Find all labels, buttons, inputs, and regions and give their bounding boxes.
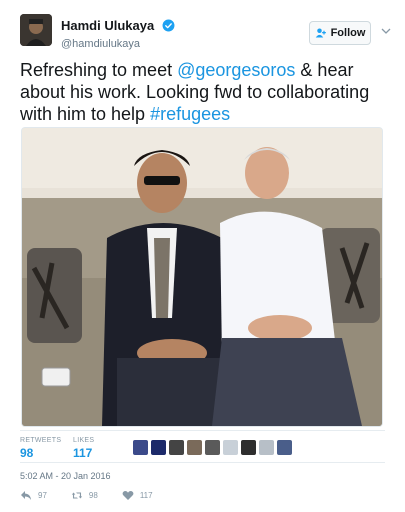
liker-avatar[interactable]	[205, 440, 220, 455]
hashtag-link[interactable]: #refugees	[150, 104, 230, 124]
retweets-label: RETWEETS	[20, 437, 62, 444]
reply-icon	[21, 491, 31, 500]
retweet-count: 98	[88, 491, 98, 500]
liker-avatar[interactable]	[187, 440, 202, 455]
user-name[interactable]: Hamdi Ulukaya	[61, 18, 154, 33]
retweets-value[interactable]: 98	[20, 446, 61, 460]
likes-value[interactable]: 117	[73, 446, 94, 460]
reply-button[interactable]: 97	[20, 490, 47, 501]
liker-avatar[interactable]	[241, 440, 256, 455]
likes-stat[interactable]: LIKES 117	[73, 437, 94, 460]
liker-avatar[interactable]	[169, 440, 184, 455]
follow-button[interactable]: Follow	[309, 21, 371, 45]
retweet-icon	[71, 492, 83, 499]
user-identity[interactable]: Hamdi Ulukaya @hamdiulukaya	[61, 17, 175, 50]
liker-avatars	[133, 440, 292, 455]
tweet-text: Refreshing to meet @georgesoros & hear a…	[20, 59, 390, 125]
follow-person-icon	[315, 28, 326, 38]
heart-icon	[122, 491, 134, 500]
tweet-text-part: Refreshing to meet	[20, 60, 178, 80]
likes-label: LIKES	[73, 437, 95, 444]
tweet-photo[interactable]	[21, 127, 383, 427]
divider	[20, 430, 385, 431]
reply-count: 97	[38, 491, 47, 500]
liker-avatar[interactable]	[133, 440, 148, 455]
like-button[interactable]: 117	[122, 490, 153, 501]
follow-label: Follow	[330, 27, 366, 39]
liker-avatar[interactable]	[151, 440, 166, 455]
tweet-timestamp[interactable]: 5:02 AM - 20 Jan 2016	[20, 471, 111, 481]
retweets-stat[interactable]: RETWEETS 98	[20, 437, 61, 460]
user-avatar[interactable]	[20, 14, 52, 46]
chevron-down-icon[interactable]	[381, 27, 391, 35]
liker-avatar[interactable]	[223, 440, 238, 455]
tweet-actions: 97 98 117	[20, 490, 177, 501]
user-handle[interactable]: @hamdiulukaya	[61, 38, 175, 50]
verified-badge-icon	[162, 19, 175, 32]
divider	[20, 462, 385, 463]
liker-avatar[interactable]	[277, 440, 292, 455]
tweet-header: Hamdi Ulukaya @hamdiulukaya Follow	[20, 14, 391, 54]
retweet-button[interactable]: 98	[71, 490, 98, 501]
like-count: 117	[139, 491, 153, 500]
liker-avatar[interactable]	[259, 440, 274, 455]
mention-link[interactable]: @georgesoros	[177, 60, 295, 80]
